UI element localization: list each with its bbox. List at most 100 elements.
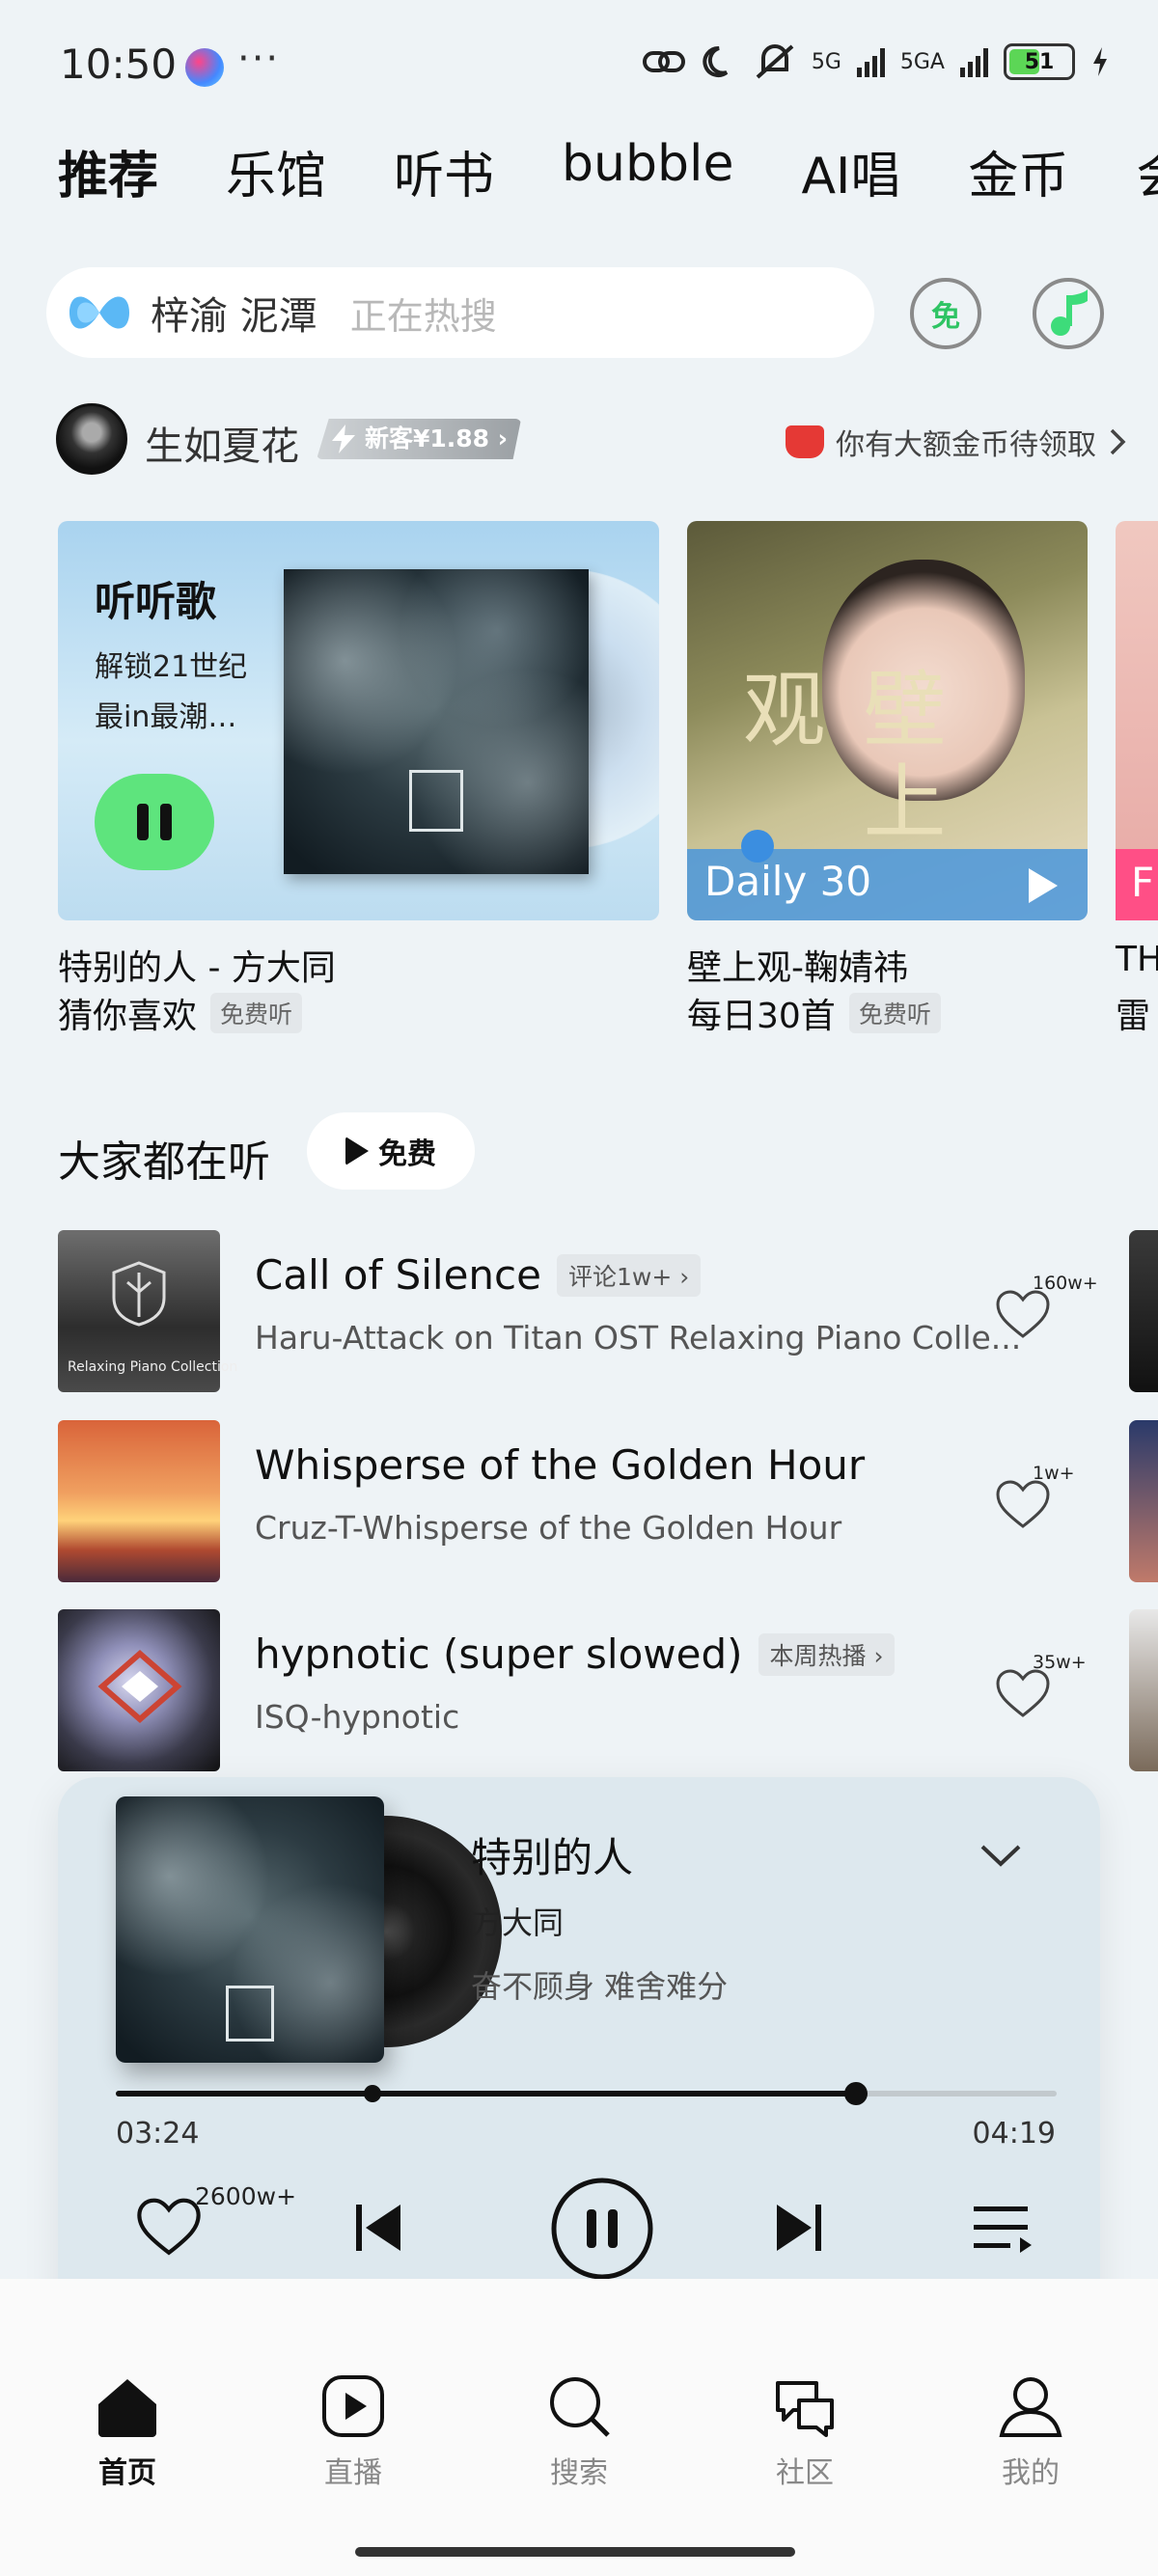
app-notification-icon	[185, 48, 224, 87]
music-recognition-button[interactable]	[1033, 278, 1104, 349]
progress-played	[116, 2091, 857, 2096]
search-placeholder: 正在热搜	[349, 294, 497, 338]
nav-search[interactable]: 搜索	[511, 2371, 647, 2491]
free-play-chip[interactable]: 免费	[307, 1112, 475, 1190]
like-count: 2600w+	[195, 2182, 297, 2210]
like-count: 35w+	[1033, 1652, 1087, 1673]
nav-home[interactable]: 首页	[60, 2371, 195, 2491]
edge-thumbnail	[1129, 1609, 1158, 1771]
free-tag: 免费听	[210, 993, 303, 1033]
status-icons: 5G 5GA 51	[642, 42, 1110, 81]
link-icon	[642, 51, 685, 72]
progress-handle[interactable]	[844, 2082, 868, 2105]
now-playing-panel: 特别的人 方大同 奋不顾身 难舍难分 03:24 04:19 2600w+	[58, 1777, 1100, 2339]
home-indicator[interactable]	[355, 2547, 795, 2557]
daily-30-card[interactable]: 壁上观 Daily 30	[687, 521, 1088, 920]
now-playing-artist[interactable]: 方大同	[471, 1899, 564, 1943]
top-tabs: 推荐 乐馆 听书 bubble AI唱 金币 会	[58, 135, 1158, 222]
network-5g: 5G	[811, 49, 841, 74]
avatar[interactable]	[56, 403, 127, 475]
song-title: hypnotic (super slowed) 本周热播 ›	[255, 1631, 896, 1678]
tab-member[interactable]: 会	[1136, 135, 1158, 222]
pause-button[interactable]	[535, 2161, 670, 2296]
previous-icon	[356, 2205, 400, 2251]
album-cover	[284, 569, 589, 874]
mute-icon	[756, 44, 794, 79]
total-duration: 04:19	[972, 2117, 1056, 2151]
list-item[interactable]: hypnotic (super slowed) 本周热播 › ISQ-hypnot…	[58, 1609, 1129, 1773]
signal-icon-2	[960, 46, 988, 77]
like-count: 160w+	[1033, 1273, 1098, 1294]
moon-icon	[703, 45, 729, 77]
playlist-button[interactable]	[950, 2175, 1056, 2281]
home-icon	[98, 2379, 156, 2437]
song-thumbnail	[58, 1420, 220, 1582]
heart-icon[interactable]	[994, 1667, 1052, 1721]
tab-audiobook[interactable]: 听书	[394, 135, 494, 222]
collapse-chevron-icon[interactable]	[977, 1831, 1025, 1879]
card-caption: 猜你喜欢 免费听	[58, 988, 303, 1038]
heart-icon[interactable]	[994, 1478, 1052, 1532]
play-icon[interactable]	[1029, 868, 1058, 903]
bottom-nav: 首页 直播 搜索 社区 我的	[0, 2279, 1158, 2576]
lightning-icon	[332, 425, 355, 453]
tab-music-hall[interactable]: 乐馆	[226, 135, 326, 222]
song-thumbnail	[58, 1609, 220, 1771]
song-artist: Haru-Attack on Titan OST Relaxing Piano …	[255, 1319, 1022, 1357]
list-item[interactable]: Relaxing Piano Collection Call of Silenc…	[58, 1230, 1129, 1394]
nav-live[interactable]: 直播	[286, 2371, 421, 2491]
partial-card-label: F	[1131, 859, 1155, 906]
buffer-marker	[364, 2085, 382, 2102]
card-heading: 听听歌	[95, 578, 217, 625]
more-notifications-icon: ···	[237, 37, 281, 81]
album-cover[interactable]	[116, 1796, 384, 2063]
music-note-icon	[1051, 289, 1088, 336]
card-song-title[interactable]: 壁上观-鞠婧祎	[687, 940, 908, 990]
tab-ai-sing[interactable]: AI唱	[801, 135, 900, 222]
user-row: 生如夏花 新客¥1.88 › 你有大额金币待领取	[56, 403, 1127, 477]
new-user-promo-badge[interactable]: 新客¥1.88 ›	[317, 419, 522, 459]
section-title: 大家都在听	[58, 1137, 270, 1187]
live-play-icon	[322, 2375, 384, 2437]
status-bar: 10:50 ··· 5G 5GA 51	[0, 0, 1158, 125]
charging-icon	[1093, 47, 1107, 76]
status-time: 10:50	[60, 41, 178, 88]
edge-thumbnail	[1129, 1420, 1158, 1582]
search-bar[interactable]: 梓渝 泥潭 正在热搜	[46, 267, 874, 358]
heart-icon[interactable]	[994, 1288, 1052, 1342]
signal-icon	[856, 46, 885, 77]
tab-bubble[interactable]: bubble	[562, 135, 733, 222]
red-packet-icon	[786, 425, 824, 458]
now-playing-title: 特别的人	[471, 1834, 634, 1881]
free-listen-button[interactable]: 免	[910, 278, 981, 349]
coins-reward-link[interactable]: 你有大额金币待领取	[786, 421, 1127, 463]
nav-profile[interactable]: 我的	[963, 2371, 1098, 2491]
chevron-right-icon	[1110, 428, 1126, 455]
pause-button[interactable]	[95, 774, 214, 870]
song-artist: Cruz-T-Whisperse of the Golden Hour	[255, 1509, 842, 1547]
progress-dot	[741, 830, 774, 863]
card-song-title[interactable]: TH	[1116, 940, 1158, 979]
wings-emblem-icon	[112, 1261, 166, 1327]
song-tag: 本周热播 ›	[758, 1632, 896, 1676]
card-subtitle: 解锁21世纪最in最潮…	[95, 650, 248, 734]
playlist-icon	[974, 2206, 1032, 2253]
battery-icon: 51	[1004, 43, 1075, 80]
nav-community[interactable]: 社区	[737, 2371, 872, 2491]
tab-recommend[interactable]: 推荐	[58, 135, 158, 222]
next-icon	[777, 2205, 821, 2251]
song-artist: ISQ-hypnotic	[255, 1698, 460, 1736]
next-button[interactable]	[745, 2175, 851, 2281]
previous-button[interactable]	[326, 2175, 432, 2281]
user-name[interactable]: 生如夏花	[145, 415, 299, 471]
tab-coins[interactable]: 金币	[968, 135, 1068, 222]
daily-label: Daily 30	[704, 858, 872, 905]
heart-icon	[137, 2198, 201, 2256]
list-item[interactable]: Whisperse of the Golden Hour Cruz-T-Whis…	[58, 1420, 1129, 1584]
listen-songs-card[interactable]: 听听歌 解锁21世纪最in最潮…	[58, 521, 659, 920]
search-keyword: 梓渝 泥潭	[151, 294, 317, 339]
like-count: 1w+	[1033, 1463, 1075, 1484]
free-tag: 免费听	[848, 993, 941, 1033]
song-title: Call of Silence 评论1w+ ›	[255, 1251, 702, 1299]
card-song-title[interactable]: 特别的人 - 方大同	[58, 940, 336, 990]
